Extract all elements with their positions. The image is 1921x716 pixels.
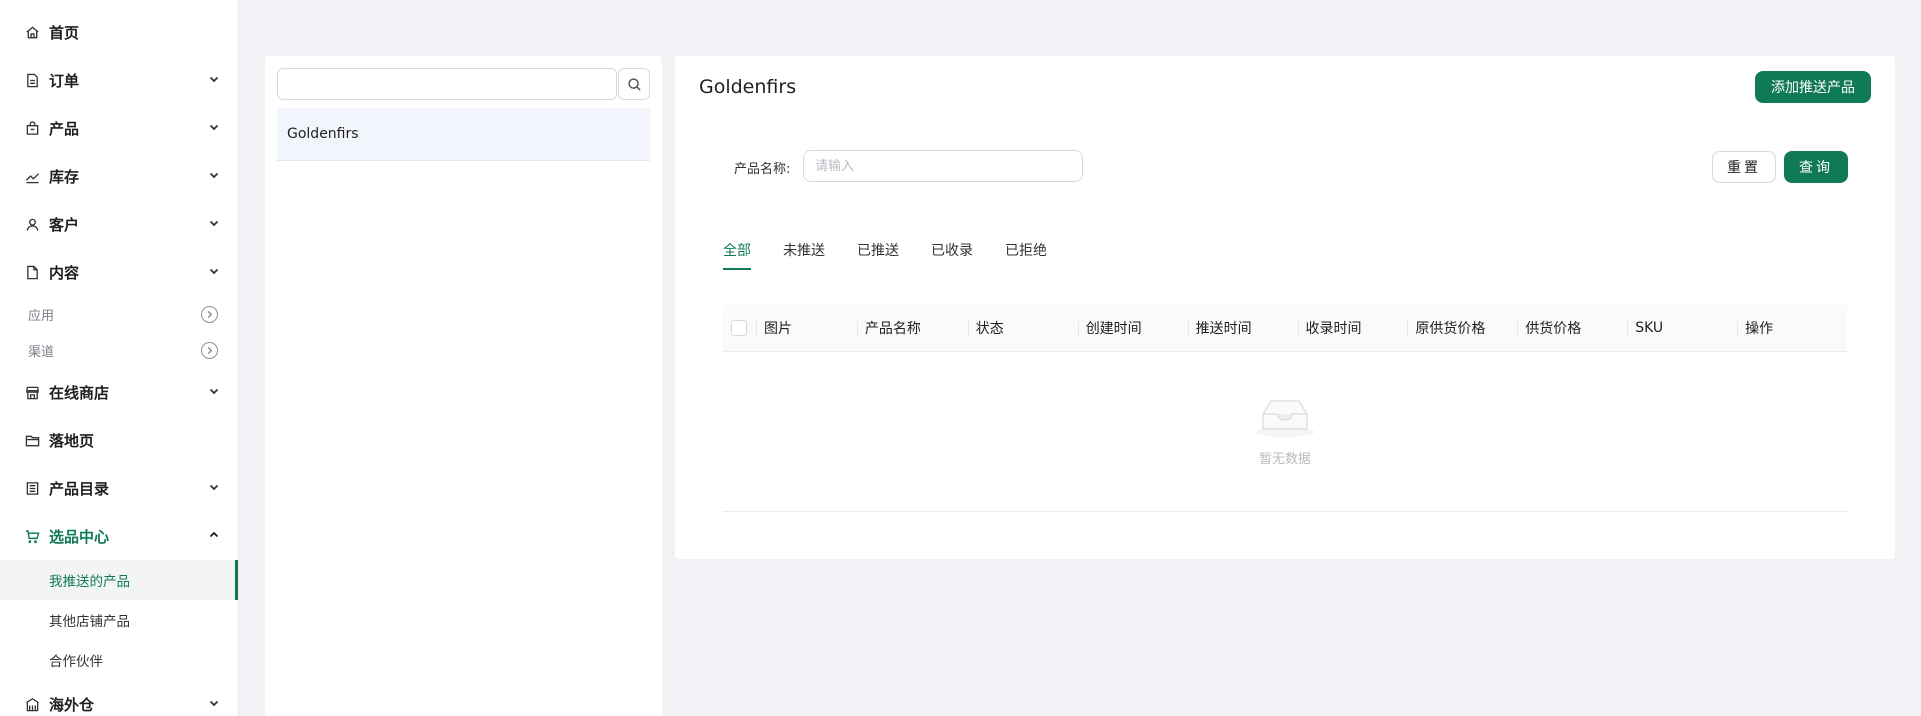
content-icon <box>24 264 40 280</box>
status-tabs: 全部 未推送 已推送 已收录 已拒绝 <box>723 240 1079 270</box>
tab-pushed[interactable]: 已推送 <box>857 240 899 270</box>
sidebar-group-label: 应用 <box>28 308 55 324</box>
sidebar: 首页 订单 产品 库存 客户 内容 应用 渠道 在线商店 落地页 产品目录 选品… <box>0 0 239 716</box>
store-search-button[interactable] <box>618 68 650 100</box>
products-table: 图片 产品名称 状态 创建时间 推送时间 收录时间 原供货价格 供货价格 SKU… <box>723 305 1847 512</box>
home-icon <box>24 24 40 40</box>
table-header-checkbox-cell <box>723 305 756 351</box>
sidebar-item-label: 海外仓 <box>49 695 95 714</box>
sidebar-group-apps[interactable]: 应用 <box>0 296 238 332</box>
sidebar-item-label: 在线商店 <box>49 383 110 402</box>
sidebar-item-label: 内容 <box>49 263 80 282</box>
tab-included[interactable]: 已收录 <box>931 240 973 270</box>
sidebar-item-label: 落地页 <box>49 431 95 450</box>
product-name-input[interactable] <box>803 150 1083 182</box>
sidebar-item-label: 订单 <box>49 71 80 90</box>
sidebar-item-orders[interactable]: 订单 <box>0 56 238 104</box>
chevron-down-icon <box>208 481 222 495</box>
column-header-image: 图片 <box>755 305 857 351</box>
sidebar-item-online-store[interactable]: 在线商店 <box>0 368 238 416</box>
sidebar-item-label: 产品目录 <box>49 479 110 498</box>
order-icon <box>24 72 40 88</box>
sidebar-subitem-my-pushed-products[interactable]: 我推送的产品 <box>0 560 238 600</box>
select-all-checkbox[interactable] <box>731 320 747 336</box>
column-header-status: 状态 <box>967 305 1078 351</box>
sidebar-item-content[interactable]: 内容 <box>0 248 238 296</box>
catalog-icon <box>24 480 40 496</box>
column-header-product-name: 产品名称 <box>856 305 968 351</box>
pushed-products-panel: Goldenfirs 添加推送产品 产品名称: 重置 查询 全部 未推送 已推送… <box>675 56 1895 559</box>
tab-rejected[interactable]: 已拒绝 <box>1005 240 1047 270</box>
empty-state: 暂无数据 <box>723 352 1847 512</box>
sidebar-item-home[interactable]: 首页 <box>0 8 238 56</box>
cart-icon <box>24 528 40 544</box>
tab-all[interactable]: 全部 <box>723 240 751 270</box>
chevron-right-circle-icon[interactable] <box>201 341 218 359</box>
column-header-supply-price: 供货价格 <box>1517 305 1627 351</box>
sidebar-item-label: 客户 <box>49 215 80 234</box>
store-search <box>277 68 650 100</box>
chevron-down-icon <box>208 121 222 135</box>
column-header-original-supply-price: 原供货价格 <box>1407 305 1517 351</box>
table-header: 图片 产品名称 状态 创建时间 推送时间 收录时间 原供货价格 供货价格 SKU… <box>723 305 1847 352</box>
add-push-product-button[interactable]: 添加推送产品 <box>1755 71 1871 103</box>
sidebar-item-label: 产品 <box>49 119 80 138</box>
sidebar-item-overseas-warehouse[interactable]: 海外仓 <box>0 680 238 716</box>
tab-not-pushed[interactable]: 未推送 <box>783 240 825 270</box>
chevron-down-icon <box>208 217 222 231</box>
sidebar-item-selection-center[interactable]: 选品中心 <box>0 512 238 560</box>
column-header-created-time: 创建时间 <box>1077 305 1188 351</box>
sidebar-subitem-other-store-products[interactable]: 其他店铺产品 <box>0 600 238 640</box>
sidebar-item-label: 选品中心 <box>49 527 110 546</box>
store-icon <box>24 384 40 400</box>
search-icon <box>627 77 642 92</box>
store-search-input[interactable] <box>277 68 617 100</box>
warehouse-icon <box>24 696 40 712</box>
inventory-icon <box>24 168 40 184</box>
column-header-actions: 操作 <box>1737 305 1847 351</box>
sidebar-item-inventory[interactable]: 库存 <box>0 152 238 200</box>
sidebar-item-label: 库存 <box>49 167 80 186</box>
chevron-down-icon <box>208 265 222 279</box>
column-header-included-time: 收录时间 <box>1297 305 1408 351</box>
folder-icon <box>24 432 40 448</box>
sidebar-item-label: 首页 <box>49 23 80 42</box>
column-header-pushed-time: 推送时间 <box>1187 305 1298 351</box>
sidebar-item-products[interactable]: 产品 <box>0 104 238 152</box>
product-icon <box>24 120 40 136</box>
chevron-down-icon <box>208 73 222 87</box>
sidebar-subitem-partners[interactable]: 合作伙伴 <box>0 640 238 680</box>
sidebar-group-label: 渠道 <box>28 344 55 360</box>
empty-inbox-icon <box>1253 396 1317 442</box>
chevron-down-icon <box>208 169 222 183</box>
page-title: Goldenfirs <box>699 76 797 98</box>
chevron-down-icon <box>208 697 222 711</box>
customer-icon <box>24 216 40 232</box>
column-header-sku: SKU <box>1627 305 1737 351</box>
sidebar-item-catalog[interactable]: 产品目录 <box>0 464 238 512</box>
sidebar-item-customers[interactable]: 客户 <box>0 200 238 248</box>
chevron-right-circle-icon[interactable] <box>201 305 218 323</box>
sidebar-group-channels[interactable]: 渠道 <box>0 332 238 368</box>
store-list-panel: Goldenfirs <box>265 56 662 716</box>
chevron-down-icon <box>208 385 222 399</box>
empty-text: 暂无数据 <box>1258 452 1311 467</box>
sidebar-item-landing-page[interactable]: 落地页 <box>0 416 238 464</box>
query-button[interactable]: 查询 <box>1784 151 1848 183</box>
chevron-up-icon <box>208 529 222 543</box>
reset-button[interactable]: 重置 <box>1712 151 1776 183</box>
list-item[interactable]: Goldenfirs <box>277 108 650 161</box>
product-name-filter-label: 产品名称: <box>734 162 791 177</box>
